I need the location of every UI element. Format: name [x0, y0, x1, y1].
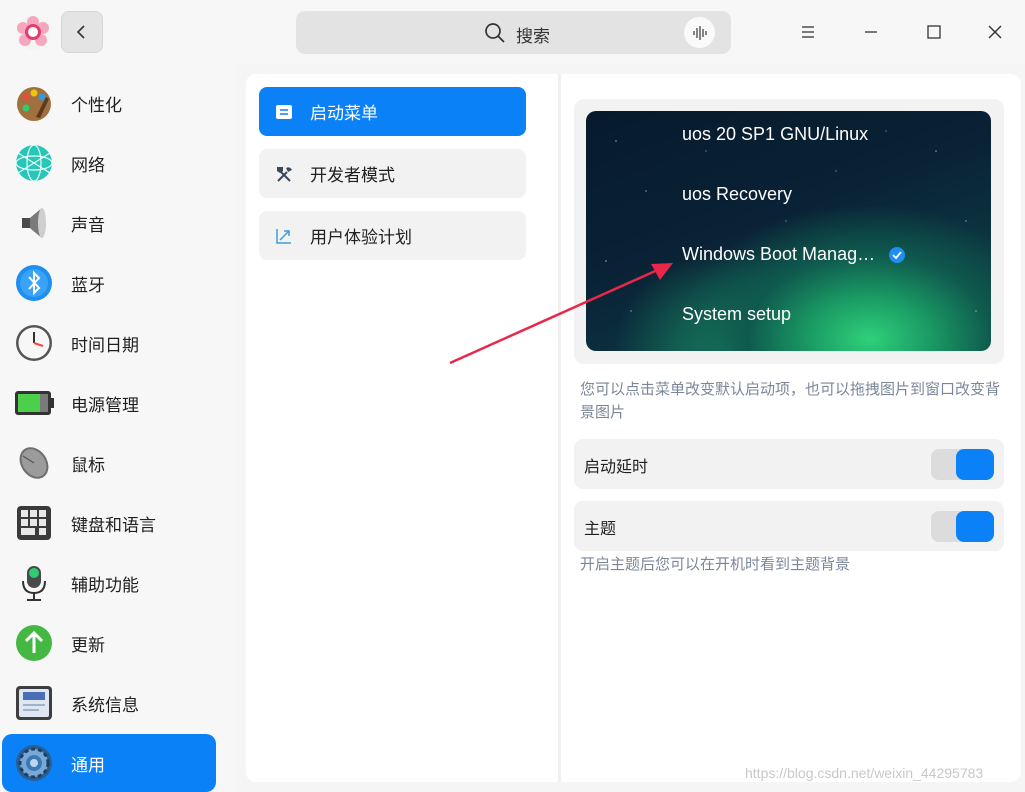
startup-delay-toggle[interactable] [931, 449, 994, 480]
boot-menu-preview[interactable]: uos 20 SP1 GNU/Linux uos Recovery Window… [586, 111, 991, 351]
submenu-item-label: 启动菜单 [310, 104, 378, 124]
sidebar-item-network[interactable]: 网络 [2, 134, 216, 192]
boot-entry[interactable]: System setup [682, 304, 791, 325]
theme-row: 主题 [574, 501, 1004, 551]
toggle-knob [956, 511, 994, 542]
boot-menu-icon [276, 104, 292, 119]
sidebar-item-label: 鼠标 [71, 455, 105, 476]
maximize-button[interactable] [920, 18, 948, 46]
sidebar-item-power[interactable]: 电源管理 [2, 374, 216, 432]
maximize-icon [927, 25, 941, 39]
voice-input-button[interactable] [684, 17, 715, 48]
boot-entry[interactable]: uos 20 SP1 GNU/Linux [682, 124, 868, 145]
toggle-knob [956, 449, 994, 480]
sidebar-item-personalization[interactable]: 个性化 [2, 74, 216, 132]
search-placeholder: 搜索 [516, 27, 550, 47]
submenu-item-user-experience[interactable]: 用户体验计划 [259, 211, 526, 260]
theme-toggle[interactable] [931, 511, 994, 542]
sidebar-item-datetime[interactable]: 时间日期 [2, 314, 216, 372]
sidebar-item-label: 个性化 [71, 95, 122, 116]
sidebar-item-sound[interactable]: 声音 [2, 194, 216, 252]
developer-tools-icon [277, 166, 292, 182]
system-info-icon [16, 686, 52, 720]
submenu-panel: 启动菜单 开发者模式 用户体验计划 [246, 74, 558, 782]
user-experience-icon [276, 228, 291, 244]
keyboard-icon [17, 506, 51, 540]
sidebar-item-update[interactable]: 更新 [2, 614, 216, 672]
search-input[interactable]: 搜索 [296, 11, 731, 54]
close-button[interactable] [981, 18, 1009, 46]
theme-hint-text: 开启主题后您可以在开机时看到主题背景 [580, 555, 851, 573]
sidebar-item-accessibility[interactable]: 辅助功能 [2, 554, 216, 612]
sidebar-item-label: 更新 [71, 635, 105, 656]
sound-icon [22, 208, 46, 238]
sidebar-item-system-info[interactable]: 系统信息 [2, 674, 216, 732]
watermark-text: https://blog.csdn.net/weixin_44295783 [745, 765, 984, 781]
sidebar-item-mouse[interactable]: 鼠标 [2, 434, 216, 492]
submenu-item-boot-menu[interactable]: 启动菜单 [259, 87, 526, 136]
minimize-icon [865, 31, 877, 33]
general-gear-icon [16, 745, 52, 781]
app-logo-icon [16, 16, 50, 50]
submenu-item-developer-mode[interactable]: 开发者模式 [259, 149, 526, 198]
voice-icon [692, 25, 707, 40]
startup-delay-label: 启动延时 [584, 457, 649, 476]
sidebar-item-label: 键盘和语言 [71, 515, 156, 536]
startup-delay-row: 启动延时 [574, 439, 1004, 489]
boot-hint-text: 您可以点击菜单改变默认启动项，也可以拖拽图片到窗口改变背景图片 [580, 380, 1001, 421]
sidebar-item-label: 时间日期 [71, 335, 139, 356]
close-icon [988, 25, 1002, 39]
search-icon [485, 23, 505, 43]
boot-settings-panel: uos 20 SP1 GNU/Linux uos Recovery Window… [561, 74, 1021, 782]
update-icon [16, 625, 52, 661]
sidebar-item-label: 声音 [71, 215, 105, 236]
submenu-item-label: 用户体验计划 [310, 228, 412, 248]
sidebar-item-label: 辅助功能 [71, 575, 139, 596]
microphone-icon [22, 566, 46, 601]
boot-entry[interactable]: uos Recovery [682, 184, 792, 205]
theme-label: 主题 [584, 519, 617, 538]
back-button[interactable] [61, 11, 103, 53]
sidebar-item-label: 蓝牙 [71, 275, 105, 296]
boot-entry-selected[interactable]: Windows Boot Manag… [682, 244, 875, 265]
menu-icon [802, 26, 814, 38]
minimize-button[interactable] [857, 18, 885, 46]
network-icon [15, 144, 53, 182]
back-icon [76, 25, 85, 39]
sidebar-item-label: 通用 [71, 755, 105, 776]
bluetooth-icon [16, 265, 52, 301]
sidebar-item-keyboard[interactable]: 键盘和语言 [2, 494, 216, 552]
menu-button[interactable] [794, 18, 822, 46]
sidebar-item-label: 电源管理 [71, 395, 139, 416]
personalization-icon [17, 87, 51, 121]
sidebar-item-label: 网络 [71, 155, 105, 176]
boot-preview-frame: uos 20 SP1 GNU/Linux uos Recovery Window… [574, 99, 1004, 364]
mouse-icon [19, 447, 49, 479]
battery-icon [15, 391, 54, 415]
submenu-item-label: 开发者模式 [310, 166, 395, 186]
sidebar-item-general[interactable]: 通用 [2, 734, 216, 792]
sidebar-item-bluetooth[interactable]: 蓝牙 [2, 254, 216, 312]
title-bar: 搜索 [0, 0, 1025, 64]
checkmark-icon [889, 247, 905, 263]
sidebar-item-label: 系统信息 [71, 695, 139, 716]
clock-icon [16, 325, 52, 361]
sidebar: 个性化 网络 声音 蓝牙 时间日期 电源管理 鼠标 键盘和语言 辅助功能 更新 … [0, 64, 236, 792]
